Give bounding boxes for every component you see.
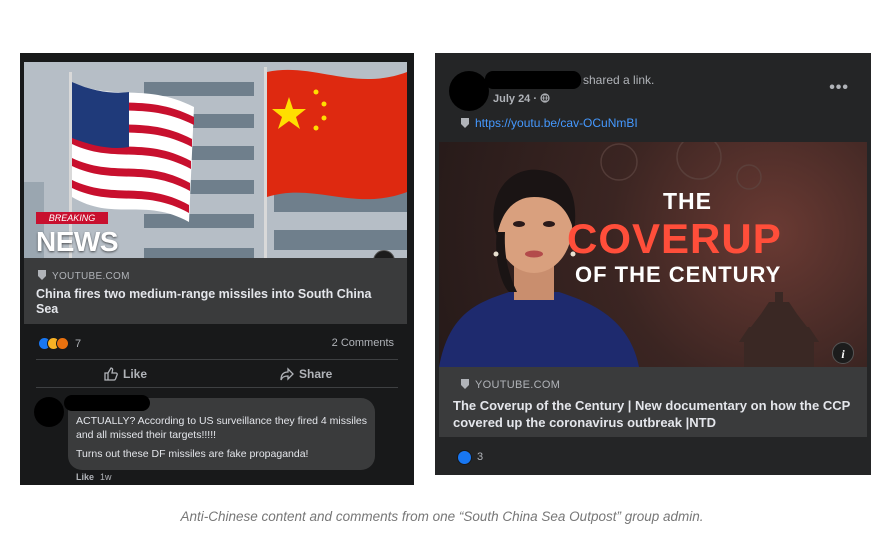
shield-icon <box>38 270 46 280</box>
info-icon[interactable]: i <box>832 342 854 364</box>
comments-count-link[interactable]: 2 Comments <box>332 337 394 349</box>
right-link-preview[interactable]: YOUTUBE.COM The Coverup of the Century |… <box>439 367 867 437</box>
right-post-thumbnail[interactable]: THE COVERUP OF THE CENTURY i <box>439 142 867 367</box>
divider <box>36 359 398 360</box>
thumbnail-title-line3: OF THE CENTURY <box>575 262 782 287</box>
thumbs-up-icon <box>104 367 118 381</box>
link-source: YOUTUBE.COM <box>461 379 560 391</box>
post-date-text: July 24 · <box>493 93 538 105</box>
share-button[interactable]: Share <box>280 367 332 381</box>
figure-caption: Anti-Chinese content and comments from o… <box>180 509 704 524</box>
link-title[interactable]: China fires two medium-range missiles in… <box>36 287 376 317</box>
shared-link-text: shared a link. <box>583 73 655 87</box>
link-title[interactable]: The Coverup of the Century | New documen… <box>453 397 858 431</box>
thumbnail-title-line1: THE <box>663 188 712 214</box>
angry-reaction-icon <box>56 337 69 351</box>
link-source-text: YOUTUBE.COM <box>475 379 561 391</box>
comment-like-link[interactable]: Like <box>76 472 94 482</box>
post-date[interactable]: July 24 · <box>493 93 550 105</box>
news-label: NEWS <box>36 226 119 257</box>
share-label: Share <box>299 367 333 381</box>
like-button[interactable]: Like <box>104 367 147 381</box>
comment-time[interactable]: 1w <box>100 472 112 482</box>
breaking-tag: BREAKING <box>36 212 108 224</box>
link-source-text: YOUTUBE.COM <box>52 271 130 282</box>
shared-url-text[interactable]: https://youtu.be/cav-OCuNmBI <box>475 116 638 130</box>
reaction-count[interactable]: 3 <box>477 451 483 463</box>
shared-url[interactable]: https://youtu.be/cav-OCuNmBI <box>461 116 638 130</box>
comment-meta: Like 1w <box>76 472 112 482</box>
divider <box>36 387 398 388</box>
comment-text: ACTUALLY? According to US surveillance t… <box>76 415 368 441</box>
left-post: BREAKING NEWS i YOUTUBE.COM China fires … <box>20 53 414 485</box>
comment-text: Turns out these DF missiles are fake pro… <box>76 448 309 460</box>
poster-avatar[interactable] <box>449 71 489 111</box>
poster-name-redacted <box>485 71 581 89</box>
commenter-name-redacted <box>64 395 150 411</box>
reaction-count: 7 <box>75 337 82 350</box>
reaction-summary[interactable]: 7 <box>38 335 81 353</box>
like-reaction-icon[interactable] <box>457 450 472 465</box>
commenter-avatar[interactable] <box>34 397 64 427</box>
like-label: Like <box>123 367 148 381</box>
shield-icon <box>461 379 469 389</box>
globe-icon <box>540 93 550 103</box>
share-arrow-icon <box>280 367 294 381</box>
left-link-preview[interactable]: YOUTUBE.COM China fires two medium-range… <box>24 258 407 324</box>
right-post: shared a link. July 24 · ••• https://you… <box>435 53 871 475</box>
thumbnail-title-line2: COVERUP <box>567 215 782 262</box>
shield-icon <box>461 118 469 128</box>
more-options-button[interactable]: ••• <box>829 79 849 97</box>
link-source: YOUTUBE.COM <box>38 270 130 282</box>
